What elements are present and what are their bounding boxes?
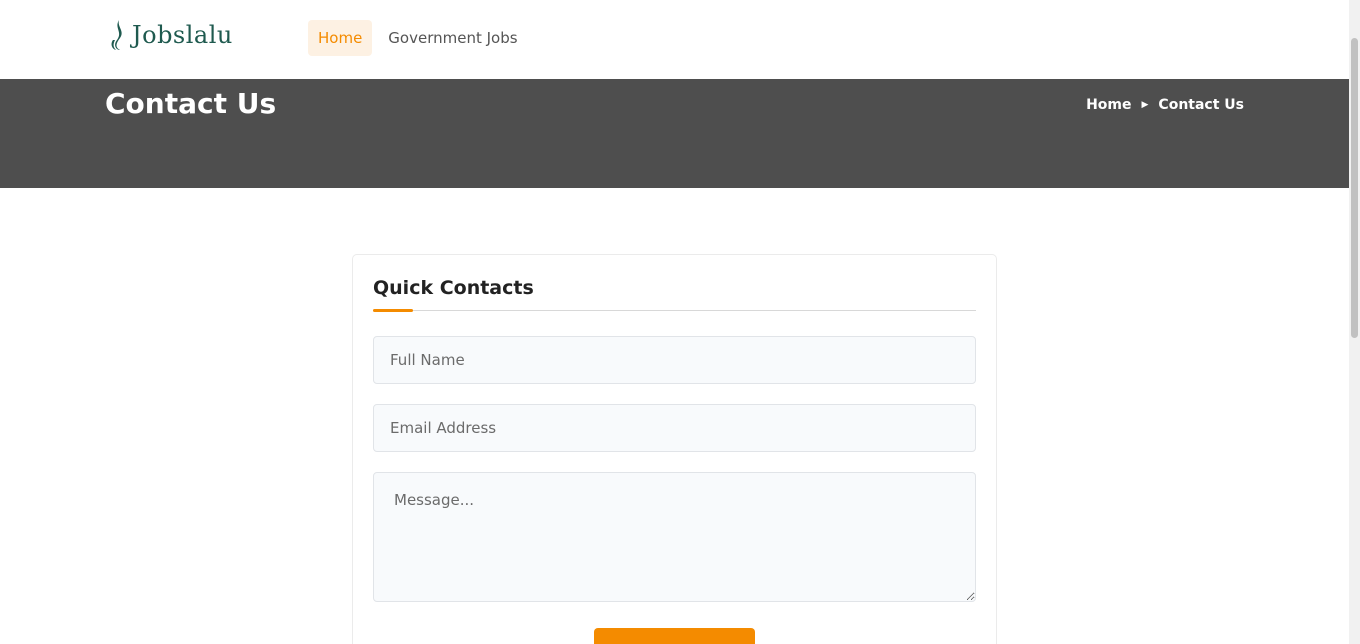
title-divider xyxy=(373,310,976,311)
title-accent-bar xyxy=(373,309,413,312)
page-title: Contact Us xyxy=(105,87,277,120)
navbar: Jobslalu Home Government Jobs xyxy=(0,0,1349,79)
breadcrumb: Home ▶ Contact Us xyxy=(1086,97,1244,113)
scrollbar-thumb[interactable] xyxy=(1351,38,1358,338)
caret-right-icon: ▶ xyxy=(1141,100,1149,110)
breadcrumb-current: Contact Us xyxy=(1158,97,1244,113)
nav-item-government-jobs[interactable]: Government Jobs xyxy=(378,20,527,56)
breadcrumb-home-link[interactable]: Home xyxy=(1086,97,1131,113)
brand-name: Jobslalu xyxy=(132,21,233,49)
main-nav: Home Government Jobs xyxy=(308,20,528,56)
submit-button[interactable] xyxy=(594,628,755,644)
form-title: Quick Contacts xyxy=(373,277,534,299)
full-name-input[interactable] xyxy=(373,336,976,384)
message-textarea[interactable] xyxy=(373,472,976,602)
page-hero: Contact Us Home ▶ Contact Us xyxy=(0,79,1349,188)
nav-item-home[interactable]: Home xyxy=(308,20,373,56)
email-address-input[interactable] xyxy=(373,404,976,452)
page-scrollbar[interactable] xyxy=(1349,0,1360,644)
brand-logo[interactable]: Jobslalu xyxy=(108,18,233,52)
quick-contacts-card: Quick Contacts xyxy=(352,254,997,644)
flame-logo-icon xyxy=(111,20,122,50)
